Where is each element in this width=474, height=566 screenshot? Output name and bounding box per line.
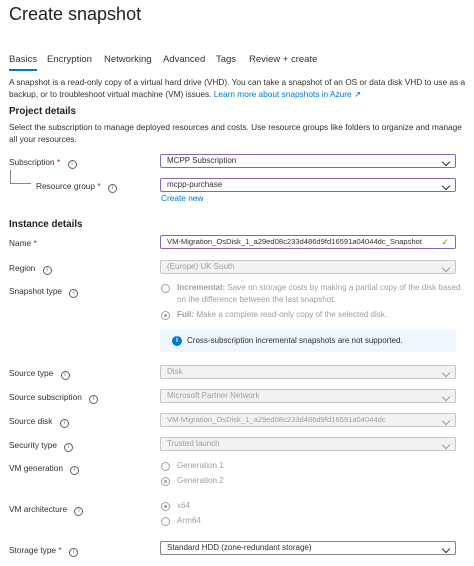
chevron-down-icon [441,544,451,554]
required-marker: * [58,545,62,555]
info-banner-text: Cross-subscription incremental snapshots… [187,336,403,345]
source-type-value: Disk [167,367,183,376]
region-select: (Europe) UK South [160,260,456,274]
name-value: VM-Migration_OsDisk_1_a29ed08c233d486d9f… [167,237,423,246]
tab-basics[interactable]: Basics [9,54,37,71]
info-icon[interactable]: i [70,466,80,475]
chevron-down-icon [441,368,451,378]
info-banner: i Cross-subscription incremental snapsho… [160,330,456,352]
region-label-text: Region [9,263,36,273]
source-subscription-value: Microsoft Partner Network [167,391,260,400]
resource-group-label: Resource group * i [36,181,117,193]
page-title: Create snapshot [9,4,142,24]
region-value: (Europe) UK South [167,262,235,271]
chevron-down-icon [441,416,451,426]
source-subscription-select: Microsoft Partner Network [160,389,456,403]
storage-type-label-text: Storage type [9,545,57,555]
source-type-select: Disk [160,365,456,379]
learn-more-link[interactable]: Learn more about snapshots in Azure ↗ [214,89,361,99]
vm-generation-label: VM generation i [9,463,80,475]
arm64-label: Arm64 [177,516,201,525]
source-disk-value: VM-Migration_OsDisk_1_a29ed08c233d486d9f… [167,415,386,424]
required-marker: * [33,238,37,248]
subscription-value: MCPP Subscription [167,156,237,165]
info-icon[interactable]: i [67,160,77,169]
subscription-label-text: Subscription [9,157,55,167]
full-radio[interactable] [161,311,170,320]
tab-advanced[interactable]: Advanced [163,54,205,65]
security-type-value: Trusted launch [167,439,220,448]
source-type-label-text: Source type [9,368,54,378]
info-icon[interactable]: i [89,395,99,404]
required-marker: * [56,157,61,167]
incremental-radio[interactable] [161,284,170,293]
info-icon[interactable]: i [68,548,78,557]
info-icon[interactable]: i [64,443,74,452]
tree-connector [10,170,31,184]
info-circle-icon: i [172,336,182,346]
tab-encryption[interactable]: Encryption [47,54,92,65]
region-label: Region i [9,263,52,275]
incremental-option: Incremental: Save on storage costs by ma… [177,282,463,305]
security-type-select: Trusted launch [160,437,456,451]
chevron-down-icon [441,181,451,191]
snapshot-type-label-text: Snapshot type [9,286,63,296]
subscription-select[interactable]: MCPP Subscription [160,154,456,168]
incremental-title: Incremental: [177,283,226,292]
chevron-down-icon [441,392,451,402]
create-new-link[interactable]: Create new [161,193,203,203]
vm-architecture-label: VM architecture i [9,504,84,516]
x64-label: x64 [177,501,191,510]
checkmark-icon: ✓ [441,237,449,247]
name-label-text: Name [9,238,32,248]
tab-networking[interactable]: Networking [104,54,152,65]
x64-radio[interactable] [161,502,170,511]
tab-review-create[interactable]: Review + create [249,54,317,65]
resource-group-value: mcpp-purchase [167,180,223,189]
source-type-label: Source type i [9,368,70,380]
subscription-label: Subscription * i [9,157,77,169]
info-icon[interactable]: i [107,184,117,193]
generation-1-radio[interactable] [161,462,170,471]
resource-group-label-text: Resource group [36,181,96,191]
vm-generation-label-text: VM generation [9,463,63,473]
storage-type-value: Standard HDD (zone-redundant storage) [167,543,312,552]
source-subscription-label: Source subscription i [9,392,99,404]
resource-group-select[interactable]: mcpp-purchase [160,178,456,192]
info-icon[interactable]: i [60,371,70,380]
info-icon[interactable]: i [74,507,84,516]
more-options-icon[interactable]: ··· [126,2,143,18]
intro-text: A snapshot is a read-only copy of a virt… [9,77,469,100]
storage-type-label: Storage type * i [9,545,78,557]
project-details-description: Select the subscription to manage deploy… [9,122,462,144]
arm64-radio[interactable] [161,517,170,526]
generation-1-label: Generation 1 [177,461,224,470]
security-type-label-text: Security type [9,440,57,450]
full-title: Full: [177,310,195,319]
vm-architecture-label-text: VM architecture [9,504,68,514]
info-icon[interactable]: i [69,289,79,298]
full-option: Full: Make a complete read-only copy of … [177,309,387,321]
tab-tags[interactable]: Tags [216,54,236,65]
generation-2-label: Generation 2 [177,476,224,485]
chevron-down-icon [441,157,451,167]
info-icon[interactable]: i [42,266,52,275]
generation-2-radio[interactable] [161,477,170,486]
full-desc: Make a complete read-only copy of the se… [196,310,388,319]
instance-details-heading: Instance details [9,219,83,230]
name-input[interactable]: VM-Migration_OsDisk_1_a29ed08c233d486d9f… [160,235,456,249]
source-subscription-label-text: Source subscription [9,392,82,402]
storage-type-select[interactable]: Standard HDD (zone-redundant storage) [160,541,456,555]
required-marker: * [97,181,101,191]
source-disk-select: VM-Migration_OsDisk_1_a29ed08c233d486d9f… [160,413,456,427]
name-label: Name * [9,238,37,248]
chevron-down-icon [441,263,451,273]
info-icon[interactable]: i [59,419,69,428]
source-disk-label-text: Source disk [9,416,53,426]
security-type-label: Security type i [9,440,74,452]
chevron-down-icon [441,440,451,450]
project-details-heading: Project details [9,106,76,117]
source-disk-label: Source disk i [9,416,69,428]
snapshot-type-label: Snapshot type i [9,286,79,298]
